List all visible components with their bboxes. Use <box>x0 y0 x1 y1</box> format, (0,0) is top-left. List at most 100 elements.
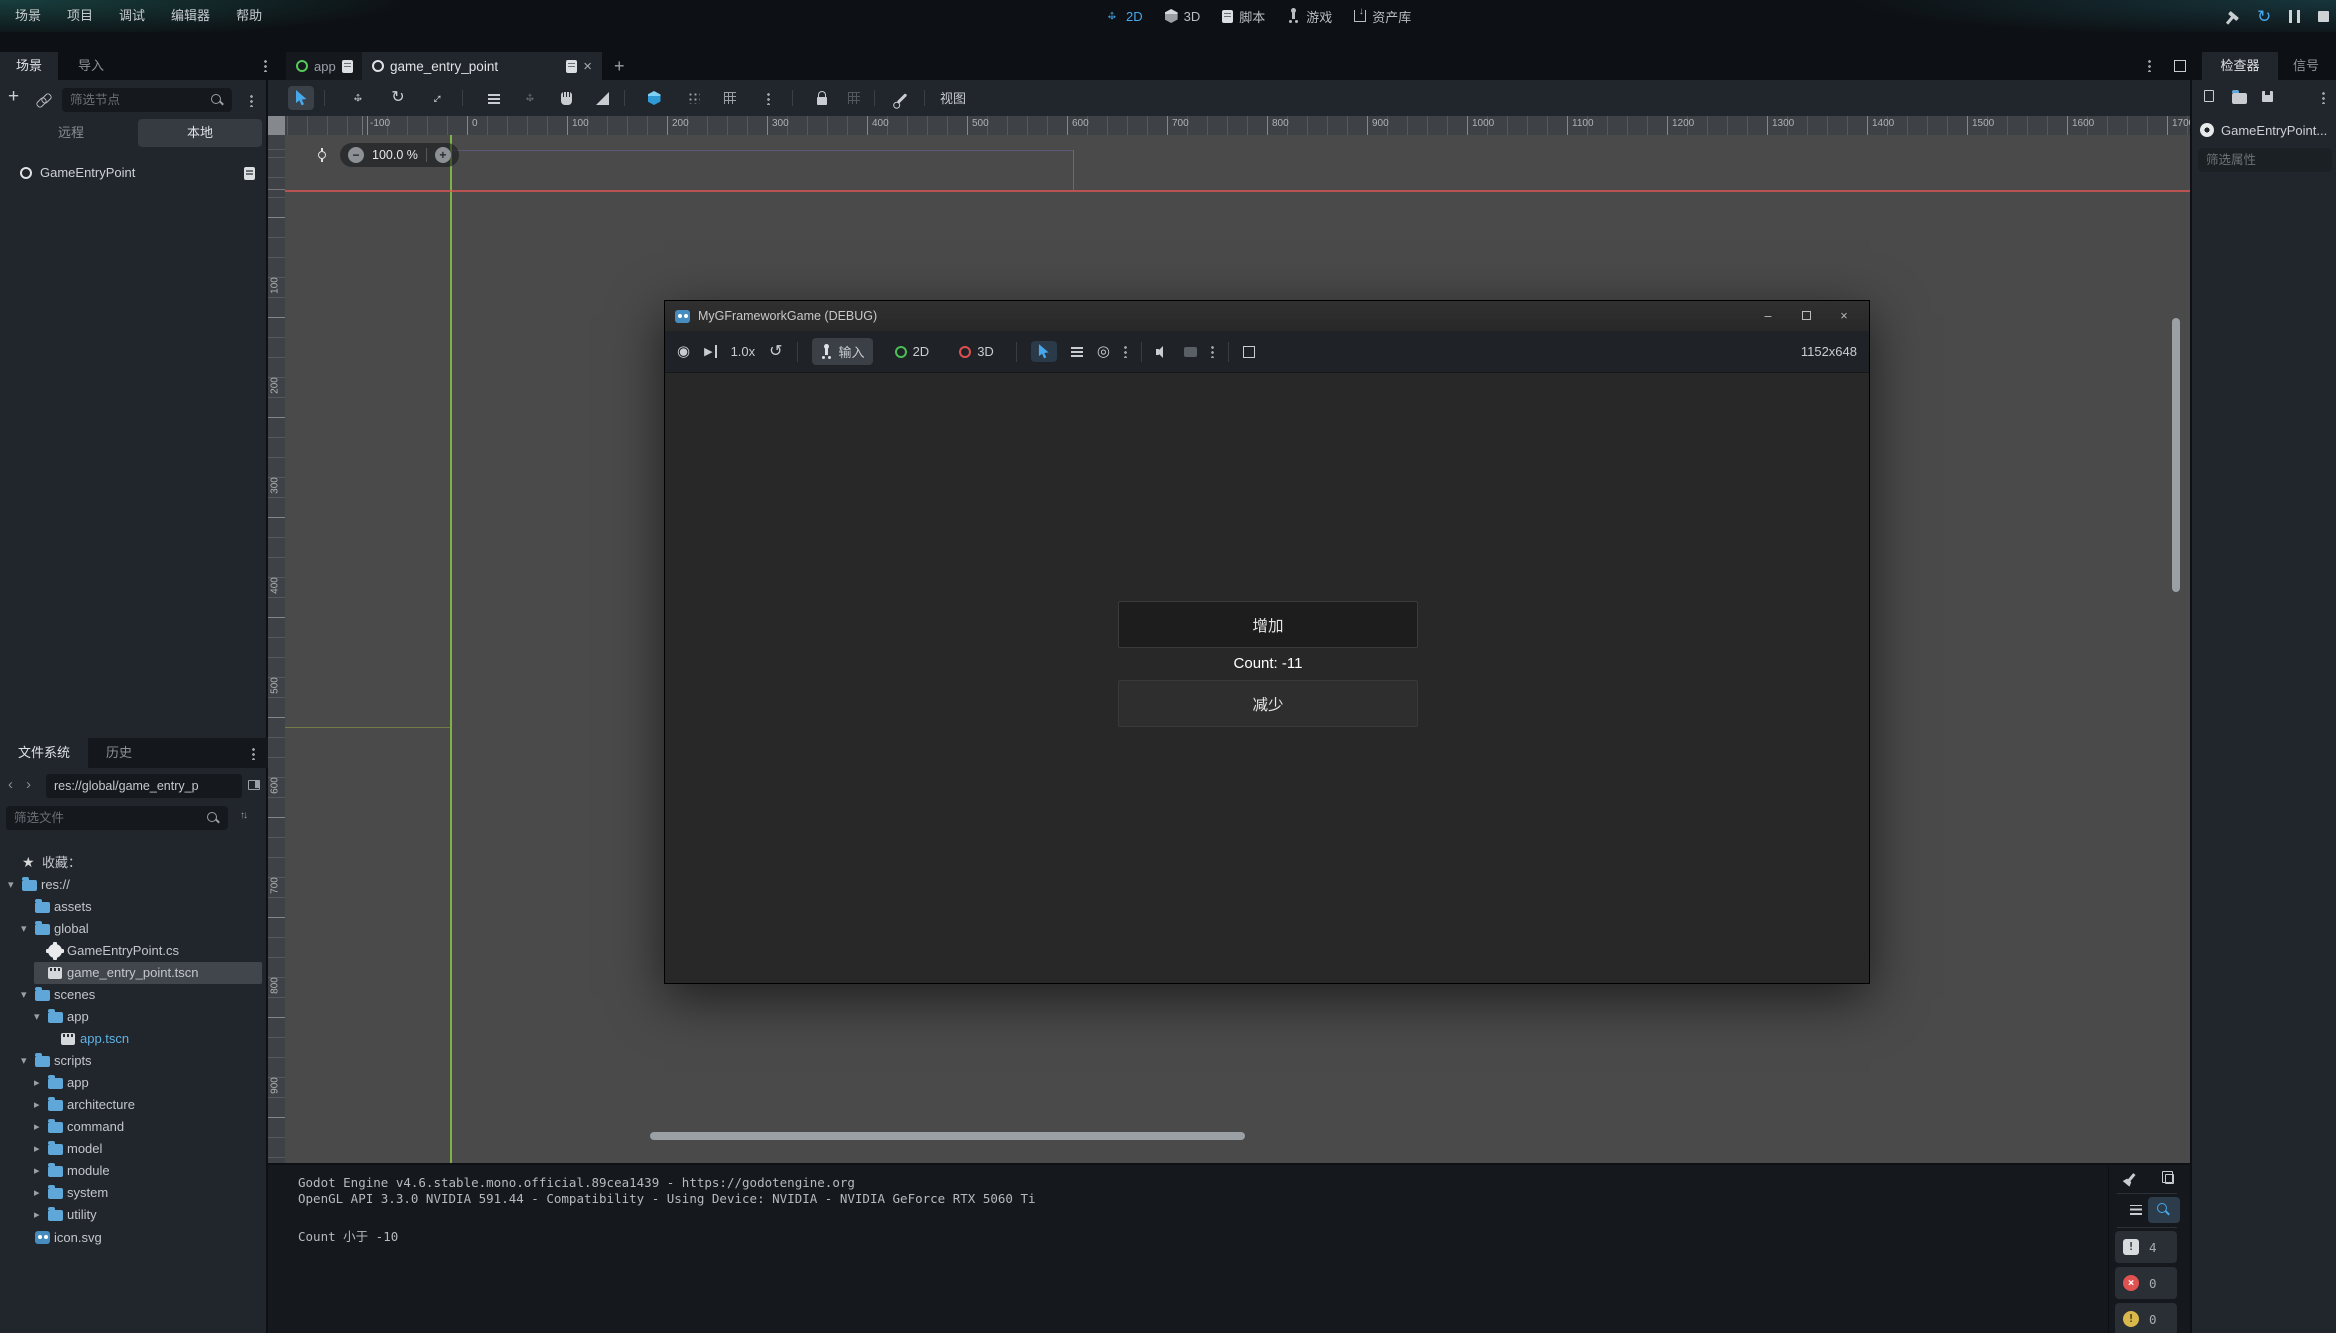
vertical-scrollbar[interactable] <box>2172 318 2180 592</box>
scene-tree-root-row[interactable]: GameEntryPoint <box>0 163 268 185</box>
increase-button[interactable]: 增加 <box>1118 601 1418 648</box>
audio-mute-icon[interactable] <box>1156 346 1170 358</box>
smart-snap-toggle[interactable] <box>681 86 707 110</box>
restart-game-icon[interactable]: ↻ <box>2257 8 2271 25</box>
move-tool[interactable] <box>345 86 371 110</box>
new-resource-icon[interactable] <box>2204 90 2214 102</box>
snap-options-menu[interactable] <box>755 86 781 110</box>
collapse-tree-icon[interactable] <box>2130 1205 2142 1215</box>
script-icon[interactable] <box>342 60 353 73</box>
mode-game-button[interactable]: 游戏 <box>1287 7 1332 26</box>
expand-arrow-icon[interactable]: ▸ <box>34 1182 40 1204</box>
filter-nodes-searchbox[interactable] <box>62 88 232 112</box>
tree-row-system[interactable]: ▸ system <box>0 1182 268 1204</box>
pick-options-menu-icon[interactable] <box>1124 345 1127 358</box>
input-mode-button[interactable]: 输入 <box>812 338 873 365</box>
collapse-arrow-icon[interactable]: ▾ <box>21 984 27 1006</box>
tab-scene-dock[interactable]: 场景 <box>0 52 58 80</box>
pan-tool[interactable] <box>553 86 579 110</box>
edited-node-row[interactable]: GameEntryPoint... <box>2200 118 2336 142</box>
tree-row-gameentrypoint-cs[interactable]: GameEntryPoint.cs <box>0 940 268 962</box>
mode-assetlib-button[interactable]: 资产库 <box>1354 7 1411 26</box>
warnings-badge[interactable]: ! 0 <box>2115 1303 2177 1333</box>
remote-toggle-button[interactable]: 远程 <box>6 119 136 147</box>
3d-debug-button[interactable]: 3D <box>951 340 1002 363</box>
collapse-arrow-icon[interactable]: ▾ <box>34 1006 40 1028</box>
list-pick-icon[interactable] <box>1071 346 1083 357</box>
script-icon[interactable] <box>244 167 255 180</box>
messages-badge[interactable]: ! 4 <box>2115 1231 2177 1263</box>
tree-row-scripts[interactable]: ▾ scripts <box>0 1050 268 1072</box>
nav-forward-icon[interactable]: › <box>26 776 31 793</box>
filter-files-searchbox[interactable] <box>6 806 228 830</box>
reset-speed-icon[interactable]: ↺ <box>769 344 782 360</box>
instance-scene-link-icon[interactable] <box>36 93 51 106</box>
tree-row-scenes[interactable]: ▾ scenes <box>0 984 268 1006</box>
tree-row-utility[interactable]: ▸ utility <box>0 1204 268 1226</box>
expand-arrow-icon[interactable]: ▸ <box>34 1160 40 1182</box>
expand-arrow-icon[interactable]: ▸ <box>34 1094 40 1116</box>
center-view-icon[interactable] <box>315 148 329 162</box>
speed-label[interactable]: 1.0x <box>731 344 756 359</box>
scene-tab-game-entry-point[interactable]: game_entry_point × <box>362 52 602 80</box>
expand-arrow-icon[interactable]: ▸ <box>34 1072 40 1094</box>
tree-row-assets[interactable]: assets <box>0 896 268 918</box>
grid-snap-toggle[interactable] <box>717 86 743 110</box>
collapse-arrow-icon[interactable]: ▾ <box>21 1050 27 1072</box>
build-hammer-icon[interactable] <box>2228 11 2239 21</box>
filter-properties-input[interactable] <box>2206 153 2324 167</box>
file-sort-icon[interactable]: ↑↓ <box>240 810 246 821</box>
tab-inspector[interactable]: 检查器 <box>2202 52 2278 80</box>
mode-3d-button[interactable]: 3D <box>1165 9 1201 24</box>
embed-fullscreen-icon[interactable] <box>1243 346 1255 358</box>
collapse-arrow-icon[interactable]: ▾ <box>21 918 27 940</box>
add-node-icon[interactable]: + <box>8 86 19 108</box>
close-icon[interactable]: × <box>1829 309 1859 323</box>
menu-help[interactable]: 帮助 <box>223 0 275 32</box>
path-field[interactable]: res://global/game_entry_p <box>46 774 242 798</box>
zoom-out-icon[interactable]: − <box>348 147 364 163</box>
tree-row-module[interactable]: ▸ module <box>0 1160 268 1182</box>
center-strip-menu-icon[interactable] <box>2148 59 2151 72</box>
ruler-tool[interactable] <box>589 86 615 110</box>
expand-viewport-icon[interactable] <box>2174 60 2186 72</box>
lock-node-button[interactable] <box>809 86 835 110</box>
view-menu-button[interactable]: 视图 <box>940 88 966 107</box>
tree-row-app-folder[interactable]: ▾ app <box>0 1006 268 1028</box>
scale-tool[interactable]: ↕ <box>425 86 451 110</box>
new-scene-tab-icon[interactable]: + <box>614 56 625 77</box>
expand-arrow-icon[interactable]: ▸ <box>34 1116 40 1138</box>
tree-row-res[interactable]: ▾ res:// <box>0 874 268 896</box>
tree-row-command[interactable]: ▸ command <box>0 1116 268 1138</box>
errors-badge[interactable]: × 0 <box>2115 1267 2177 1299</box>
filesystem-dock-menu-icon[interactable] <box>252 747 255 760</box>
search-output-button[interactable] <box>2148 1197 2180 1223</box>
camera-override-icon[interactable] <box>1184 347 1197 357</box>
snap-toggle[interactable] <box>641 86 667 110</box>
suspend-game-icon[interactable]: ◉ <box>677 344 690 359</box>
pivot-tool[interactable] <box>517 86 543 110</box>
copy-output-icon[interactable] <box>2165 1174 2174 1184</box>
stop-game-icon[interactable] <box>2318 11 2329 22</box>
menu-project[interactable]: 项目 <box>54 0 106 32</box>
scene-tab-app[interactable]: app <box>286 52 363 80</box>
tree-row-scripts-app[interactable]: ▸ app <box>0 1072 268 1094</box>
list-select-tool[interactable] <box>481 86 507 110</box>
expand-arrow-icon[interactable]: ▸ <box>34 1204 40 1226</box>
tree-row-architecture[interactable]: ▸ architecture <box>0 1094 268 1116</box>
pick-node-button[interactable] <box>1031 341 1057 362</box>
pause-game-icon[interactable] <box>2289 10 2300 23</box>
scene-tabs-menu-icon[interactable] <box>264 59 267 72</box>
group-node-button[interactable] <box>841 86 867 110</box>
close-tab-icon[interactable]: × <box>583 58 592 75</box>
favorites-row[interactable]: ★ 收藏： <box>0 852 268 874</box>
tab-history[interactable]: 历史 <box>88 738 150 768</box>
mode-2d-button[interactable]: 2D <box>1104 8 1143 24</box>
mode-script-button[interactable]: 脚本 <box>1222 7 1265 26</box>
maximize-icon[interactable] <box>1791 309 1821 323</box>
split-filesystem-icon[interactable] <box>248 780 260 790</box>
menu-editor[interactable]: 编辑器 <box>158 0 223 32</box>
nav-back-icon[interactable]: ‹ <box>8 776 13 793</box>
tab-signals[interactable]: 信号 <box>2282 52 2330 80</box>
minimize-icon[interactable]: – <box>1753 309 1783 323</box>
